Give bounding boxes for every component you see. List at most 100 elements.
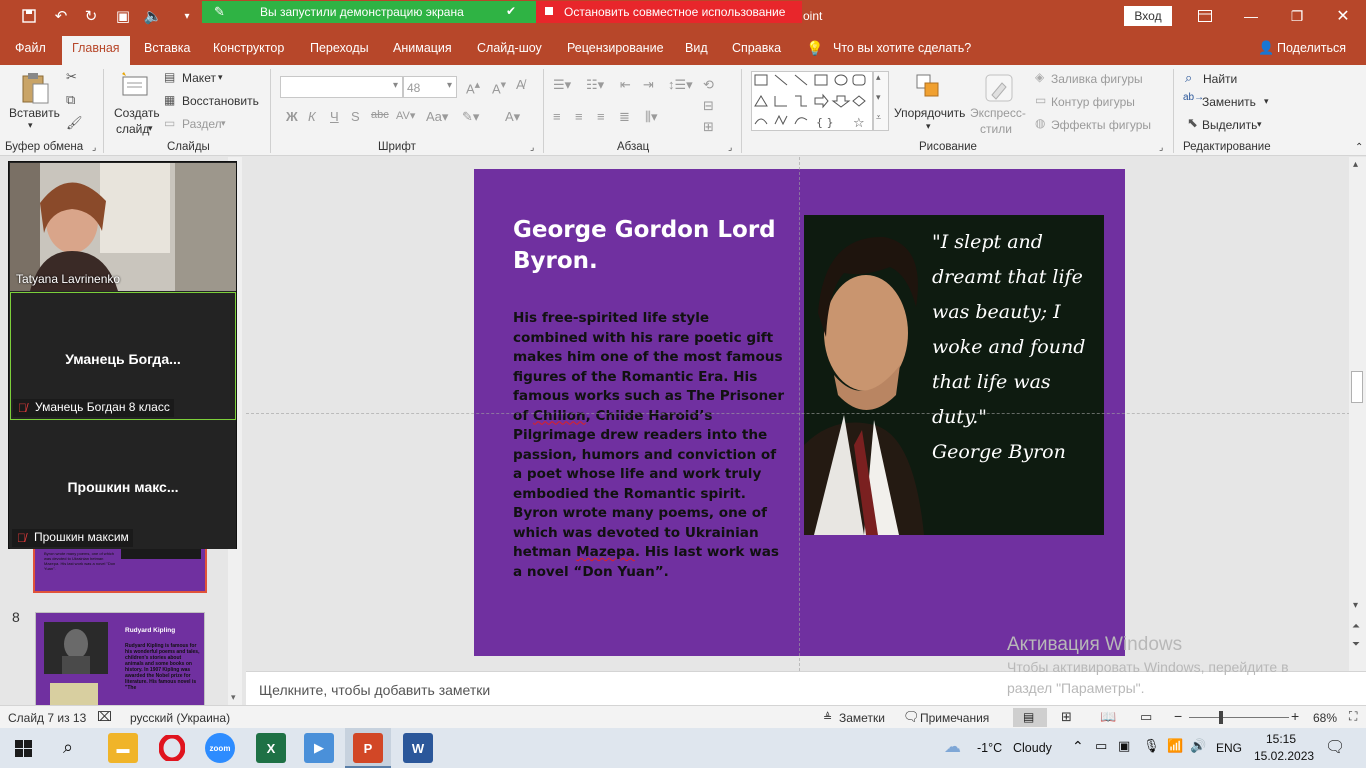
- zoom-app-icon[interactable]: zoom: [205, 733, 235, 763]
- align-center-icon[interactable]: ≡: [575, 109, 583, 124]
- section-button[interactable]: Раздел: [182, 117, 222, 131]
- scroll-up-icon[interactable]: ▴: [1353, 159, 1358, 170]
- close-icon[interactable]: ✕: [1320, 4, 1366, 28]
- new-slide-icon[interactable]: [120, 71, 150, 99]
- zoom-slider-thumb[interactable]: [1219, 711, 1224, 724]
- collapse-ribbon-icon[interactable]: ⌃: [1355, 142, 1363, 153]
- tab-transitions[interactable]: Переходы: [310, 41, 369, 55]
- increase-indent-icon[interactable]: ⇥: [643, 77, 654, 93]
- format-painter-icon[interactable]: 🖌: [66, 115, 83, 131]
- tab-animations[interactable]: Анимация: [393, 41, 452, 55]
- arrange-icon[interactable]: [915, 73, 943, 101]
- opera-icon[interactable]: [157, 733, 187, 763]
- zoom-out-icon[interactable]: −: [1174, 708, 1182, 724]
- clock-time[interactable]: 15:15: [1266, 732, 1296, 746]
- normal-view-button[interactable]: ▤: [1013, 708, 1047, 727]
- zoom-slider[interactable]: [1189, 711, 1289, 724]
- undo-icon[interactable]: ↶: [50, 6, 72, 26]
- microphone-icon[interactable]: 🎙: [1143, 738, 1160, 754]
- tab-review[interactable]: Рецензирование: [567, 41, 664, 55]
- layout-dropdown-icon[interactable]: ▾: [218, 72, 223, 83]
- decrease-indent-icon[interactable]: ⇤: [620, 77, 631, 93]
- section-dropdown-icon[interactable]: ▾: [221, 118, 226, 129]
- start-from-beginning-icon[interactable]: ▣: [112, 6, 134, 26]
- scroll-down-icon[interactable]: ▾: [1353, 600, 1358, 611]
- participant-video-1[interactable]: Tatyana Lavrinenko: [10, 163, 236, 291]
- bold-icon[interactable]: Ж: [286, 109, 298, 124]
- slide-sorter-icon[interactable]: ⊞: [1061, 709, 1072, 725]
- tab-slideshow[interactable]: Слайд-шоу: [477, 41, 542, 55]
- shape-effects-icon[interactable]: ◍: [1035, 116, 1045, 130]
- new-slide-label-2[interactable]: слайд: [116, 122, 149, 136]
- notifications-icon[interactable]: 🗨: [1325, 737, 1345, 757]
- weather-text[interactable]: Cloudy: [1013, 741, 1052, 755]
- slide-title[interactable]: George Gordon Lord Byron.: [513, 215, 793, 277]
- powerpoint-task-active[interactable]: P: [345, 728, 391, 768]
- columns-icon[interactable]: ⫼▾: [645, 109, 658, 125]
- shapes-gallery-scroll[interactable]: ▴ ▾ ⩡: [873, 71, 889, 131]
- participant-video-3[interactable]: Прошкин макс... 🎙̸ Прошкин максим: [10, 421, 236, 549]
- slide-thumbnail-8[interactable]: Rudyard Kipling Rudyard Kipling is famou…: [35, 612, 205, 708]
- word-icon[interactable]: W: [403, 733, 433, 763]
- clock-date[interactable]: 15.02.2023: [1254, 749, 1314, 763]
- replace-button[interactable]: Заменить: [1202, 95, 1256, 109]
- notes-placeholder[interactable]: Щелкните, чтобы добавить заметки: [259, 682, 490, 698]
- highlight-icon[interactable]: ✎▾: [462, 109, 479, 125]
- scroll-thumb[interactable]: [1351, 371, 1363, 403]
- stop-share-button[interactable]: Остановить совместное использование: [536, 1, 802, 23]
- replace-icon[interactable]: ab→: [1183, 92, 1204, 103]
- language-indicator[interactable]: русский (Украина): [130, 711, 230, 725]
- excel-icon[interactable]: X: [256, 733, 286, 763]
- byron-quote-image[interactable]: "I slept and dreamt that life was beauty…: [804, 215, 1104, 535]
- notes-toggle-icon[interactable]: ≜: [823, 711, 832, 724]
- shape-effects-button[interactable]: Эффекты фигуры: [1051, 118, 1151, 132]
- new-slide-dropdown-icon[interactable]: ▾: [148, 123, 153, 134]
- wifi-icon[interactable]: 📶: [1167, 738, 1183, 754]
- zoom-level[interactable]: 68%: [1313, 711, 1337, 725]
- reading-view-icon[interactable]: 📖: [1100, 709, 1116, 725]
- minimize-icon[interactable]: —: [1228, 4, 1274, 28]
- share-button[interactable]: Поделиться: [1277, 41, 1346, 55]
- slide-body-text[interactable]: His free-spirited life style combined wi…: [513, 309, 785, 582]
- tab-design[interactable]: Конструктор: [213, 41, 284, 55]
- volume-icon[interactable]: 🔊: [1190, 738, 1206, 754]
- battery-icon[interactable]: ▭: [1095, 738, 1107, 754]
- clipboard-launcher-icon[interactable]: ⌟: [92, 142, 96, 153]
- select-dropdown-icon[interactable]: ▾: [1257, 119, 1262, 130]
- weather-cloud-icon[interactable]: ☁: [944, 737, 961, 757]
- paste-dropdown-icon[interactable]: ▾: [28, 120, 33, 131]
- layout-icon[interactable]: ▤: [164, 70, 175, 84]
- shadow-icon[interactable]: S: [351, 109, 360, 124]
- next-slide-icon[interactable]: ⏷: [1352, 639, 1360, 650]
- align-right-icon[interactable]: ≡: [597, 109, 605, 124]
- find-button[interactable]: Найти: [1203, 72, 1237, 86]
- spacing-icon[interactable]: AV▾: [396, 109, 415, 122]
- justify-icon[interactable]: ≣: [619, 109, 630, 125]
- slide-thumbnail-7[interactable]: Byron wrote many poems, one of which was…: [33, 547, 207, 593]
- tab-insert[interactable]: Вставка: [144, 41, 190, 55]
- arrange-button[interactable]: Упорядочить: [894, 106, 965, 120]
- italic-icon[interactable]: К: [308, 109, 316, 124]
- windows-start-icon[interactable]: [15, 740, 32, 757]
- comments-icon[interactable]: 🗨: [903, 709, 920, 725]
- shape-outline-button[interactable]: Контур фигуры: [1051, 95, 1135, 109]
- tell-me-search[interactable]: Что вы хотите сделать?: [833, 41, 971, 55]
- shapes-gallery[interactable]: { } ☆: [751, 71, 873, 131]
- font-name-input[interactable]: ▾: [280, 76, 403, 98]
- paste-label[interactable]: Вставить: [9, 106, 60, 120]
- section-icon[interactable]: ▭: [164, 116, 175, 130]
- paste-icon[interactable]: [20, 71, 50, 105]
- reset-icon[interactable]: ▦: [164, 93, 175, 107]
- media-player-icon[interactable]: ▶: [304, 733, 334, 763]
- customize-toolbar-icon[interactable]: ▾: [176, 6, 198, 26]
- tab-home[interactable]: Главная: [62, 36, 130, 65]
- numbering-icon[interactable]: ☷▾: [586, 77, 604, 93]
- bullets-icon[interactable]: ☰▾: [553, 77, 571, 93]
- tab-view[interactable]: Вид: [685, 41, 708, 55]
- show-hidden-icons-icon[interactable]: ⌃: [1072, 738, 1084, 755]
- find-icon[interactable]: ⌕: [1185, 70, 1192, 86]
- text-direction-icon[interactable]: ⟲: [703, 77, 714, 93]
- slideshow-icon[interactable]: ▭: [1140, 709, 1152, 725]
- align-text-icon[interactable]: ⊟: [703, 98, 714, 114]
- redo-icon[interactable]: ↻: [80, 6, 102, 26]
